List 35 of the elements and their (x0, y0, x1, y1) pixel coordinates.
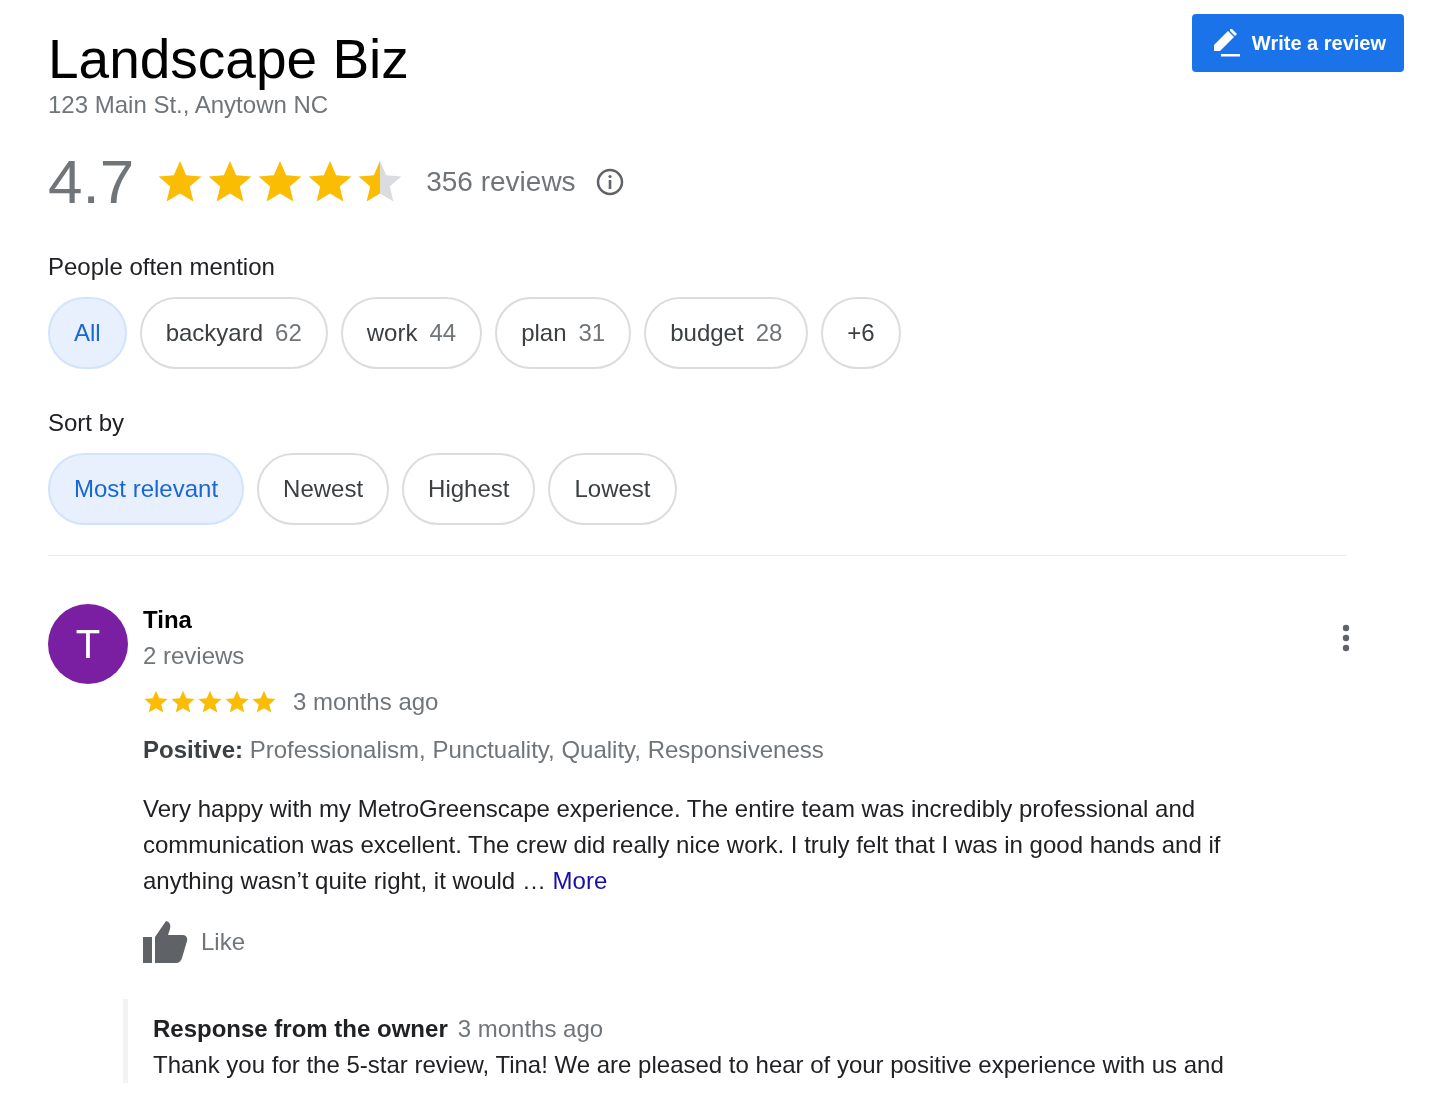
mention-chip[interactable]: plan 31 (495, 297, 632, 369)
author-name: Tina (143, 605, 193, 635)
sort-chip[interactable]: Lowest (548, 453, 677, 525)
rating-value: 4.7 (48, 151, 135, 213)
info-icon[interactable] (595, 168, 624, 196)
mention-chip[interactable]: All (48, 297, 127, 369)
star-icon (197, 689, 223, 715)
business-address: 123 Main St., Anytown NC (48, 93, 330, 117)
review-text: Very happy with my MetroGreenscape experience. The entire team was incredibly professional and communication was excellent. The crew did really nice work. I truly felt that I was in good hands and if anything wasn’t quite right, it would … More (143, 794, 1222, 896)
section-label: Sort by (48, 408, 126, 438)
like-button[interactable]: Like (143, 921, 246, 963)
star-icon (251, 689, 277, 715)
author-review-count: 2 reviews (143, 641, 245, 671)
sort-chip[interactable]: Newest (257, 453, 390, 525)
review-count: 356 reviews (426, 165, 576, 199)
response-time: 3 months ago (457, 1014, 604, 1044)
write-review-button[interactable]: Write a review (1191, 14, 1404, 72)
avatar: T (48, 604, 128, 684)
review-time: 3 months ago (293, 687, 439, 717)
star-icon (224, 689, 250, 715)
sort-chip[interactable]: Highest (402, 453, 536, 525)
response-text: Thank you for the 5-star review, Tina! We are pleased to hear of your positive experience with us and (153, 1050, 1225, 1080)
section-label: People often mention (48, 252, 276, 282)
more-link[interactable]: More (552, 867, 608, 894)
thumbs-up-icon (143, 921, 189, 963)
star-icon (170, 689, 196, 715)
sort-chip[interactable]: Most relevant (48, 453, 245, 525)
mention-chip[interactable]: backyard 62 (139, 297, 328, 369)
star-icon (143, 689, 169, 715)
review-attributes: Positive: Professionalism, Punctuality, Quality, Responsiveness (143, 735, 825, 765)
mention-chip[interactable]: budget 28 (644, 297, 809, 369)
mention-chip[interactable]: work 44 (340, 297, 483, 369)
mention-chip[interactable]: +6 (821, 297, 901, 369)
more-options-icon[interactable] (1342, 624, 1350, 652)
response-title: Response from the owner (153, 1014, 448, 1044)
